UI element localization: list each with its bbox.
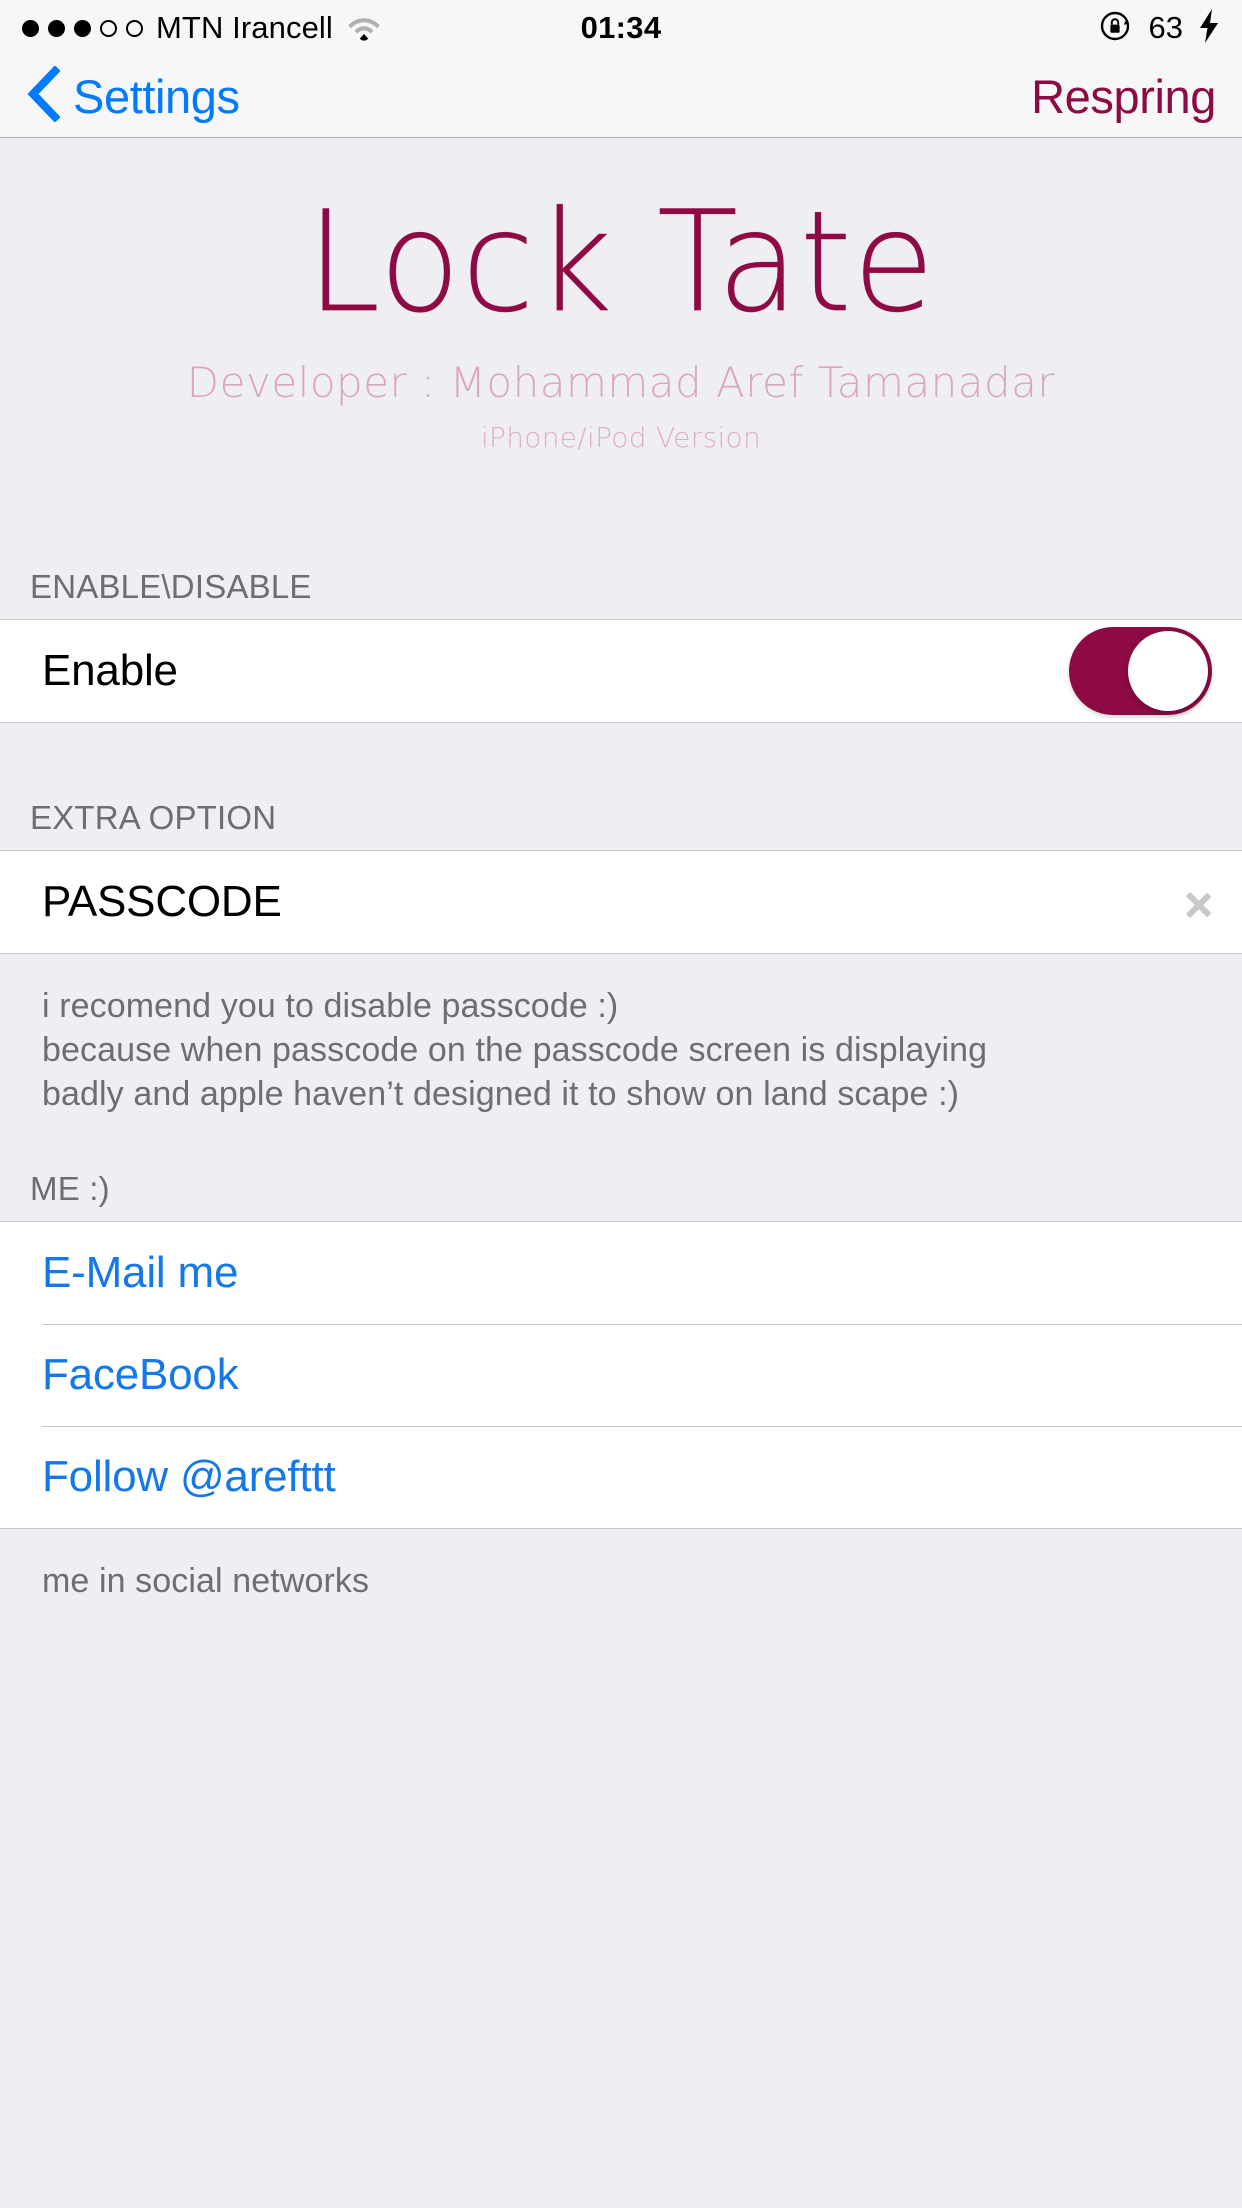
battery-percent-label: 63 bbox=[1148, 10, 1183, 45]
row-email-me-label: E-Mail me bbox=[42, 1248, 239, 1298]
settings-content: Lock Tate Developer : Mohammad Aref Tama… bbox=[0, 138, 1242, 1604]
status-bar: MTN Irancell 01:34 63 bbox=[0, 0, 1242, 56]
section-extra-option: PASSCODE bbox=[0, 849, 1242, 954]
signal-dot-filled bbox=[48, 19, 65, 37]
passcode-footnote-line-3: badly and apple haven’t designed it to s… bbox=[42, 1075, 960, 1114]
signal-dot-filled bbox=[22, 19, 39, 37]
carrier-label: MTN Irancell bbox=[156, 10, 333, 45]
page-title: Lock Tate bbox=[306, 182, 936, 344]
row-facebook-label: FaceBook bbox=[42, 1350, 239, 1400]
rotation-lock-icon bbox=[1098, 8, 1134, 49]
row-twitter-follow-label: Follow @arefttt bbox=[42, 1452, 336, 1502]
section-enable-disable: Enable bbox=[0, 618, 1242, 723]
row-enable-label: Enable bbox=[42, 645, 178, 695]
status-bar-right: 63 bbox=[1098, 8, 1220, 49]
respring-button[interactable]: Respring bbox=[1031, 69, 1216, 124]
chevron-right-icon bbox=[1186, 879, 1212, 925]
passcode-footnote: i recomend you to disable passcode :) be… bbox=[0, 954, 1242, 1127]
section-header-extra-option: EXTRA OPTION bbox=[30, 798, 277, 836]
lightning-bolt-icon bbox=[1198, 8, 1220, 49]
navigation-bar: Settings Respring bbox=[0, 56, 1242, 138]
signal-dot-filled bbox=[74, 19, 91, 37]
social-footnote-line-1: me in social networks bbox=[42, 1562, 370, 1601]
row-passcode[interactable]: PASSCODE bbox=[0, 850, 1242, 953]
row-facebook[interactable]: FaceBook bbox=[0, 1324, 1242, 1427]
section-header-enable-disable: ENABLE\DISABLE bbox=[30, 567, 312, 605]
app-header: Lock Tate Developer : Mohammad Aref Tama… bbox=[0, 138, 1242, 484]
social-footnote: me in social networks bbox=[0, 1529, 1242, 1603]
row-enable[interactable]: Enable bbox=[0, 619, 1242, 722]
passcode-footnote-line-2: because when passcode on the passcode sc… bbox=[42, 1030, 988, 1069]
row-passcode-label: PASSCODE bbox=[42, 876, 282, 926]
row-email-me[interactable]: E-Mail me bbox=[0, 1222, 1242, 1325]
chevron-left-icon bbox=[26, 65, 61, 127]
signal-strength-dots bbox=[22, 19, 143, 37]
developer-credit: Developer : Mohammad Aref Tamanadar bbox=[186, 357, 1056, 407]
section-header-me: ME :) bbox=[30, 1170, 110, 1208]
back-button[interactable]: Settings bbox=[26, 65, 240, 127]
wifi-icon bbox=[347, 14, 381, 42]
toggle-knob bbox=[1128, 630, 1208, 711]
status-bar-left: MTN Irancell bbox=[22, 10, 381, 46]
section-me: E-Mail me FaceBook Follow @arefttt bbox=[0, 1221, 1242, 1530]
enable-toggle[interactable] bbox=[1069, 626, 1212, 715]
back-button-label: Settings bbox=[73, 70, 240, 123]
row-twitter-follow[interactable]: Follow @arefttt bbox=[0, 1426, 1242, 1529]
version-label: iPhone/iPod Version bbox=[480, 420, 762, 454]
signal-dot-empty bbox=[100, 19, 117, 37]
signal-dot-empty bbox=[126, 19, 143, 37]
passcode-footnote-line-1: i recomend you to disable passcode :) bbox=[42, 986, 619, 1025]
